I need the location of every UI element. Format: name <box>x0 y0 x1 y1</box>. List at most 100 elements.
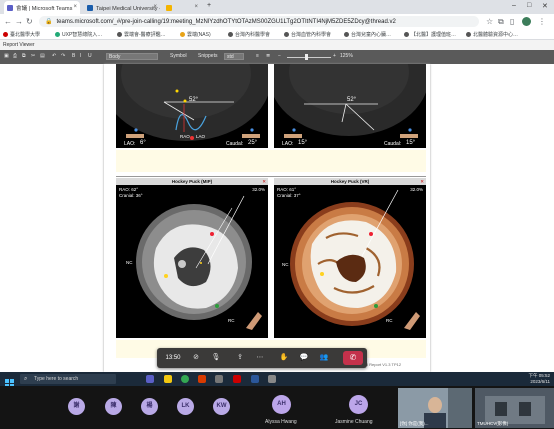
raise-hand-icon[interactable]: ✋ <box>277 352 291 364</box>
back-icon[interactable]: ← <box>4 17 12 26</box>
system-clock[interactable]: 下午 05:52 2023/6/11 <box>528 373 550 385</box>
participant-avatar[interactable]: 陳 <box>105 398 122 415</box>
leave-call-button[interactable]: ✆ <box>343 351 363 365</box>
reload-icon[interactable]: ↻ <box>26 17 33 26</box>
bookmark-item[interactable]: 雲端(NAS) <box>180 31 211 38</box>
panel-title: Hockey Puck (MIP) ✕ <box>116 178 268 185</box>
paste-icon[interactable]: ▤ <box>40 53 45 59</box>
close-icon[interactable]: × <box>73 4 77 10</box>
bold-icon[interactable]: B <box>72 53 75 59</box>
zoom-slider[interactable] <box>287 57 331 58</box>
panel-title-text: Hockey Puck (MIP) <box>171 179 213 184</box>
bookmark-icon <box>404 32 409 37</box>
camera-off-icon[interactable]: ⊘ <box>189 352 203 364</box>
profile-avatar[interactable] <box>522 17 531 26</box>
close-icon[interactable]: × <box>153 4 157 10</box>
save-icon[interactable]: ▣ <box>4 53 9 59</box>
bookmark-item[interactable]: UXP智慧總院入… <box>55 31 102 38</box>
copy-icon[interactable]: ⧉ <box>22 53 26 59</box>
close-icon[interactable]: ✕ <box>262 178 266 185</box>
bookmark-item[interactable]: 雲端會-醫療評鑑… <box>117 31 166 38</box>
teams-taskbar-icon[interactable] <box>146 375 154 383</box>
explorer-icon[interactable] <box>164 375 172 383</box>
app-icon[interactable] <box>215 375 223 383</box>
bookmark-star-icon[interactable]: ☆ <box>486 17 493 26</box>
people-icon[interactable]: 👥 <box>317 352 331 364</box>
report-canvas[interactable]: 52° RAO LAO LAO: 6° Caudal: 25° 52° LAO: <box>0 64 554 372</box>
print-icon[interactable]: ⎙ <box>13 53 17 59</box>
bookmark-item[interactable]: 台灣內科醫學會 <box>228 31 270 38</box>
extensions-icon[interactable]: ⧉ <box>498 17 504 27</box>
participant-avatar[interactable]: 楊 <box>141 398 158 415</box>
zoom-slider-thumb[interactable] <box>305 54 308 60</box>
zoom-in-icon[interactable]: + <box>333 53 336 59</box>
url-input[interactable]: 🔒 teams.microsoft.com/_#/pre-join-callin… <box>39 16 479 27</box>
rc-label: RC <box>386 318 393 323</box>
bookmark-item[interactable]: 【北醫】護理值班… <box>404 31 456 38</box>
participant-name: Alyssa Hwang <box>265 419 297 425</box>
lao-angle-value: 6° <box>140 140 146 146</box>
rao-label: RAO <box>180 134 190 139</box>
close-icon[interactable]: × <box>194 4 198 10</box>
minimize-button[interactable]: – <box>512 2 516 9</box>
participant-avatar[interactable]: KW <box>213 398 230 415</box>
undo-icon[interactable]: ↶ <box>52 53 56 59</box>
forward-icon[interactable]: → <box>15 17 23 26</box>
close-window-button[interactable]: ✕ <box>542 2 548 10</box>
bookmark-item[interactable]: 台灣血管內科學會 <box>284 31 331 38</box>
hockey-puck-vr-panel: Hockey Puck (VR) ✕ RAO: 61° Cranial: 37° <box>274 178 426 338</box>
mic-off-icon[interactable]: 🎙 <box>209 352 223 364</box>
rc-label: RC <box>228 318 235 323</box>
powerpoint-icon[interactable] <box>198 375 206 383</box>
snippets-menu[interactable]: Snippets <box>198 53 217 59</box>
lao-angle-label: LAO: <box>282 141 294 147</box>
participant-avatar[interactable]: 謝 <box>68 398 85 415</box>
share-screen-icon[interactable]: ⇪ <box>233 352 247 364</box>
tab-other[interactable]: × <box>163 1 201 14</box>
italic-icon[interactable]: I <box>80 53 81 59</box>
menu-icon[interactable]: ⋮ <box>538 17 546 26</box>
participant-avatar[interactable]: LK <box>177 398 194 415</box>
symbol-menu[interactable]: Symbol <box>170 53 187 59</box>
cut-icon[interactable]: ✂ <box>31 53 35 59</box>
participant-video-tile[interactable]: TMUHCV(影像) <box>475 388 554 428</box>
report-page: 52° RAO LAO LAO: 6° Caudal: 25° 52° LAO: <box>104 64 430 372</box>
chrome-icon[interactable] <box>181 375 189 383</box>
participant-avatar[interactable]: AH <box>272 395 291 414</box>
more-options-icon[interactable]: ⋯ <box>253 352 267 364</box>
bookmark-label: 【北醫】護理值班… <box>411 32 457 38</box>
style-select[interactable]: Body <box>106 53 158 60</box>
chat-icon[interactable]: 💬 <box>297 352 311 364</box>
zoom-out-icon[interactable]: − <box>278 53 281 59</box>
sidebar-icon[interactable]: ▯ <box>510 17 514 26</box>
tab-teams[interactable]: 會議 | Microsoft Teams × <box>4 1 80 14</box>
bookmark-item[interactable]: 台灣兒童內心臟… <box>344 31 391 38</box>
tab-title: 會議 | Microsoft Teams <box>16 5 73 12</box>
section-spacer <box>116 150 426 172</box>
participant-avatar[interactable]: JC <box>349 395 368 414</box>
bookmark-icon <box>228 32 233 37</box>
search-icon: ⌕ <box>24 376 28 382</box>
tab-tmu[interactable]: Taipei Medical University - 護... × <box>84 1 160 14</box>
windows-taskbar: ⌕ Type here to search 下午 05:52 2023/6/11 <box>0 372 554 388</box>
underline-icon[interactable]: U <box>88 53 92 59</box>
taskbar-search-input[interactable]: ⌕ Type here to search <box>20 374 116 384</box>
participant-video-tile[interactable]: [你] 你是(我)... <box>398 388 472 428</box>
size-select[interactable]: std <box>224 53 244 60</box>
close-icon[interactable]: ✕ <box>420 178 424 185</box>
word-icon[interactable] <box>251 375 259 383</box>
windows-start-icon[interactable] <box>5 375 14 388</box>
acrobat-icon[interactable] <box>233 375 241 383</box>
align-center-icon[interactable]: ≣ <box>266 53 270 59</box>
nc-label: NC <box>126 260 133 265</box>
bookmark-item[interactable]: 北醫體驗資源中心… <box>466 31 518 38</box>
maximize-button[interactable]: □ <box>527 2 531 9</box>
bookmark-item[interactable]: 臺北醫學大學 <box>3 31 40 38</box>
caudal-label: Caudal: <box>226 141 244 147</box>
new-tab-button[interactable]: + <box>207 2 211 9</box>
redo-icon[interactable]: ↷ <box>61 53 65 59</box>
align-left-icon[interactable]: ≡ <box>256 53 259 59</box>
bookmark-label: 雲端(NAS) <box>187 32 211 38</box>
app-icon[interactable] <box>268 375 276 383</box>
bookmark-label: 臺北醫學大學 <box>10 32 41 38</box>
